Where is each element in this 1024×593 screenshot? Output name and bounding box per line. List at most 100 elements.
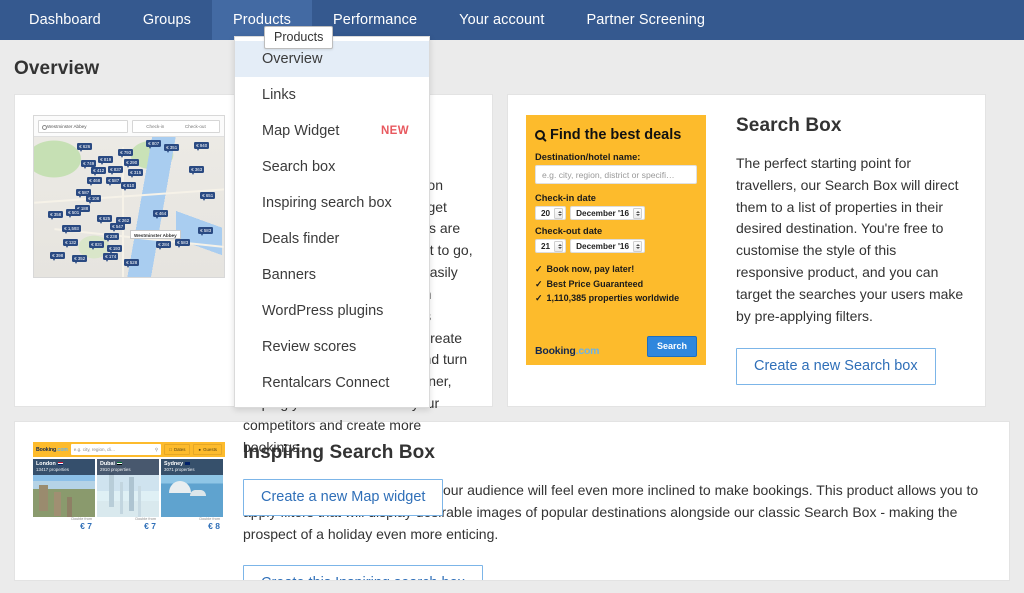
widget-search-button[interactable]: Search	[646, 336, 697, 357]
destination-label: Destination/hotel name:	[535, 152, 641, 162]
price-value: € 7	[144, 521, 156, 531]
map-price-pin[interactable]: € 501	[66, 209, 82, 218]
destination-card[interactable]: London 13417 properties	[33, 459, 95, 517]
map-price-pin[interactable]: € 583	[198, 227, 214, 236]
dropdown-item-label: Overview	[262, 51, 323, 67]
booking-logo-suffix: .com	[56, 446, 68, 453]
checkout-month-select[interactable]: December '16	[570, 239, 646, 253]
map-price-pin[interactable]: € 464	[153, 210, 169, 219]
destination-card[interactable]: Dubai 2910 properties	[97, 459, 159, 517]
booking-logo-primary: Booking	[36, 446, 57, 453]
inspiring-search-input[interactable]: e.g. city, region, di… ⚲	[70, 444, 162, 455]
map-thumb-checkout-label: Check-out	[184, 123, 206, 129]
search-box-widget-preview: Find the best deals Destination/hotel na…	[526, 115, 706, 365]
dropdown-item-map-widget[interactable]: Map Widget NEW	[235, 113, 429, 149]
map-price-pin[interactable]: € 193	[107, 245, 123, 254]
map-price-pin[interactable]: € 587	[106, 177, 122, 186]
dropdown-item-inspiring-search-box[interactable]: Inspiring search box	[235, 185, 429, 221]
map-price-pin[interactable]: € 284	[156, 241, 172, 250]
flag-icon-au	[185, 461, 191, 466]
inspiring-guests-label: Guests	[203, 447, 217, 452]
checkout-day-select[interactable]: 21	[535, 239, 567, 253]
dropdown-item-label: WordPress plugins	[262, 303, 384, 319]
dropdown-item-search-box[interactable]: Search box	[235, 149, 429, 185]
check-icon: ✓	[535, 293, 543, 303]
price-value: € 7	[80, 521, 92, 531]
create-search-box-button[interactable]: Create a new Search box	[736, 347, 936, 385]
create-map-widget-button[interactable]: Create a new Map widget	[243, 478, 444, 516]
map-price-pin[interactable]: € 940	[194, 142, 210, 151]
map-price-pin[interactable]: € 528	[124, 259, 140, 268]
inspiring-dates-button[interactable]: □ Dates	[164, 444, 191, 455]
destination-price-row: Double from € 7 Double from € 7 Double f…	[33, 517, 225, 531]
map-price-pin[interactable]: € 108	[86, 195, 102, 204]
dropdown-item-wordpress-plugins[interactable]: WordPress plugins	[235, 293, 429, 329]
checkin-month-select[interactable]: December '16	[570, 206, 646, 220]
booking-logo-primary: Booking	[535, 345, 576, 357]
create-inspiring-search-box-button[interactable]: Create this Inspiring search box	[243, 565, 483, 580]
main-navigation: Dashboard Groups Products Performance Yo…	[0, 0, 1024, 40]
inspiring-guests-button[interactable]: ● Guests	[193, 444, 222, 455]
destination-card[interactable]: Sydney 3071 properties	[161, 459, 223, 517]
map-price-pin[interactable]: € 315	[128, 169, 144, 178]
map-price-pin[interactable]: € 837	[108, 166, 124, 175]
map-price-pin[interactable]: € 583	[175, 239, 191, 248]
map-price-pin[interactable]: € 1,593	[62, 225, 82, 234]
map-price-pin[interactable]: € 651	[200, 192, 216, 201]
checkin-label: Check-in date	[535, 193, 596, 203]
map-price-pin[interactable]: € 793	[118, 149, 134, 158]
map-price-pin[interactable]: € 831	[89, 241, 105, 250]
destination-properties: 13417 properties	[36, 467, 69, 473]
stepper-icon[interactable]	[554, 207, 564, 219]
map-price-pin[interactable]: € 807	[146, 140, 162, 149]
dropdown-item-links[interactable]: Links	[235, 77, 429, 113]
nav-item-partner-screening[interactable]: Partner Screening	[565, 0, 726, 40]
nav-item-your-account[interactable]: Your account	[438, 0, 565, 40]
map-price-pin[interactable]: € 398	[50, 252, 66, 261]
destination-caption: Sydney 3071 properties	[161, 459, 223, 476]
map-price-pin[interactable]: € 819	[98, 156, 114, 165]
stepper-icon[interactable]	[633, 240, 643, 252]
nav-item-dashboard[interactable]: Dashboard	[8, 0, 122, 40]
map-price-pin[interactable]: € 610	[121, 182, 137, 191]
map-price-pin[interactable]: € 412	[91, 167, 107, 176]
search-box-thumbnail: Find the best deals Destination/hotel na…	[526, 115, 718, 388]
nav-item-label: Partner Screening	[586, 12, 706, 28]
inspiring-thumbnail: Booking.com e.g. city, region, di… ⚲ □ Da…	[33, 442, 225, 562]
map-price-pin[interactable]: € 351	[164, 144, 180, 153]
map-price-pin[interactable]: € 352	[72, 255, 88, 264]
map-price-pin[interactable]: € 358	[48, 211, 64, 220]
checkin-day-select[interactable]: 20	[535, 206, 567, 220]
benefit-label: 1,110,385 properties worldwide	[546, 293, 680, 303]
inspiring-search-box-card: Booking.com e.g. city, region, di… ⚲ □ Da…	[14, 421, 1010, 581]
dropdown-item-banners[interactable]: Banners	[235, 257, 429, 293]
benefit-item: ✓ Book now, pay later!	[535, 264, 697, 275]
flag-icon-uk	[57, 461, 63, 466]
map-price-pin[interactable]: € 626	[77, 143, 93, 152]
map-price-pin[interactable]: € 290	[124, 159, 140, 168]
stepper-icon[interactable]	[633, 207, 643, 219]
map-price-pin[interactable]: € 174	[103, 253, 119, 262]
destination-price: Double from € 8	[161, 517, 223, 531]
dropdown-item-review-scores[interactable]: Review scores	[235, 329, 429, 365]
destination-city-label: London	[36, 461, 56, 467]
booking-logo-suffix: .com	[575, 345, 600, 357]
map-price-pin[interactable]: € 238	[104, 233, 120, 242]
map-price-pin[interactable]: € 363	[189, 166, 205, 175]
dropdown-item-label: Review scores	[262, 339, 357, 355]
map-price-pin[interactable]: € 749	[81, 160, 97, 169]
map-price-pin[interactable]: € 625	[97, 215, 113, 224]
stepper-icon[interactable]	[554, 240, 564, 252]
destination-card-list: London 13417 properties Dubai 2910 prope…	[33, 459, 225, 517]
dropdown-item-label: Search box	[262, 159, 336, 175]
calendar-icon: □	[169, 447, 172, 452]
map-price-pin[interactable]: € 468	[87, 177, 103, 186]
map-price-pin[interactable]: € 547	[110, 223, 126, 232]
nav-item-groups[interactable]: Groups	[122, 0, 212, 40]
dropdown-item-deals-finder[interactable]: Deals finder	[235, 221, 429, 257]
dropdown-item-rentalcars-connect[interactable]: Rentalcars Connect	[235, 365, 429, 401]
map-price-pin[interactable]: € 132	[63, 239, 79, 248]
checkin-row: 20 December '16	[535, 206, 697, 220]
checkin-day-value: 20	[541, 208, 551, 218]
destination-input[interactable]: e.g. city, region, district or specifi…	[535, 165, 697, 184]
